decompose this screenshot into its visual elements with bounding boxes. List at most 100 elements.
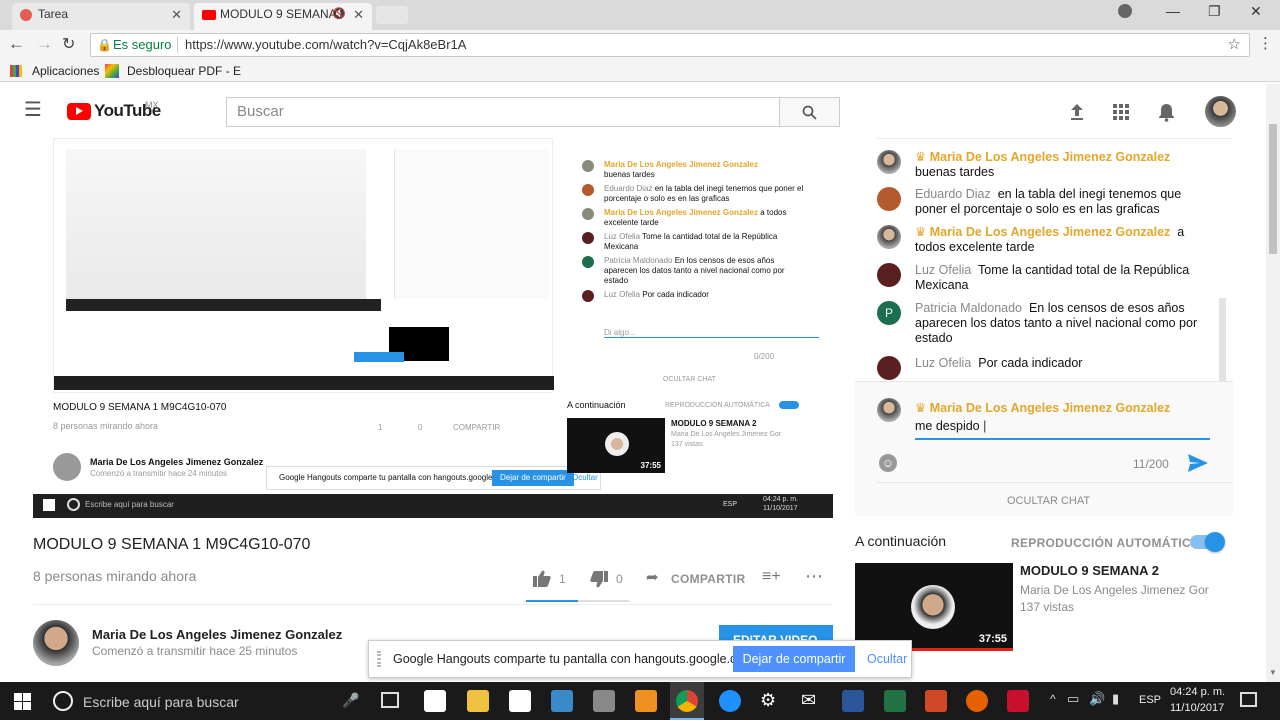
windows-start-icon[interactable]: [14, 693, 31, 710]
clock-time[interactable]: 04:24 p. m.: [1170, 686, 1225, 698]
apps-grid-icon[interactable]: [1113, 104, 1129, 120]
autoplay-toggle[interactable]: [1190, 532, 1225, 552]
cortana-icon[interactable]: [53, 691, 73, 711]
close-tab-icon[interactable]: ✕: [353, 3, 364, 26]
scroll-down-icon[interactable]: ▼: [1269, 668, 1277, 677]
back-icon[interactable]: ←: [8, 34, 25, 54]
up-next-title[interactable]: MODULO 9 SEMANA 2: [1020, 563, 1159, 578]
new-tab-button[interactable]: [376, 6, 408, 24]
mute-tab-icon[interactable]: 🔇: [332, 3, 346, 26]
action-center-icon[interactable]: [1240, 692, 1257, 707]
search-placeholder: Buscar: [237, 103, 284, 120]
up-next-thumbnail[interactable]: 37:55: [855, 563, 1013, 651]
network-icon[interactable]: ▭: [1067, 691, 1079, 707]
player-chat-author: Eduardo Diaz: [604, 184, 653, 193]
bookmark-apps[interactable]: Aplicaciones: [32, 60, 99, 82]
taskbar-search-box[interactable]: Escribe aquí para buscar: [83, 694, 239, 710]
hide-share-bar-button[interactable]: Ocultar: [867, 652, 907, 666]
media-player-icon[interactable]: [635, 690, 657, 712]
drag-handle-icon[interactable]: [377, 651, 381, 667]
microphone-icon[interactable]: 🎤: [342, 692, 359, 709]
stop-sharing-button[interactable]: Dejar de compartir: [733, 646, 855, 672]
upload-icon[interactable]: [1069, 103, 1085, 121]
chat-author[interactable]: Patricia Maldonado: [915, 301, 1022, 315]
task-view-icon[interactable]: [381, 692, 399, 708]
hamburger-menu-icon[interactable]: ☰: [24, 100, 42, 120]
player-chat-pane: Maria De Los Angeles Jimenez Gonzalez bue…: [568, 138, 833, 393]
dislike-button[interactable]: 0: [590, 568, 630, 590]
add-to-playlist-icon[interactable]: ≡+: [762, 568, 781, 586]
edge-icon[interactable]: [719, 690, 741, 712]
restore-window-icon[interactable]: ❐: [1208, 3, 1221, 20]
channel-avatar[interactable]: [33, 620, 79, 666]
minimize-window-icon[interactable]: —: [1166, 3, 1180, 19]
system-tray-chevron-icon[interactable]: ^: [1050, 692, 1056, 706]
chat-author[interactable]: Luz Ofelia: [915, 356, 971, 370]
channel-name[interactable]: Maria De Los Angeles Jimenez Gonzalez: [92, 627, 342, 642]
chat-author[interactable]: Luz Ofelia: [915, 263, 971, 277]
send-icon[interactable]: [1188, 454, 1208, 472]
close-window-icon[interactable]: ✕: [1250, 3, 1262, 20]
address-bar[interactable]: 🔒 Es seguro https://www.youtube.com/watc…: [90, 33, 1250, 57]
emoji-icon[interactable]: ☺: [879, 454, 897, 472]
file-explorer-icon[interactable]: [467, 690, 489, 712]
camera-icon[interactable]: [509, 690, 531, 712]
store-icon[interactable]: [424, 690, 446, 712]
chrome-menu-icon[interactable]: ⋮: [1258, 34, 1273, 52]
bookmark-pdf[interactable]: Desbloquear PDF - E: [127, 60, 241, 82]
input-language-label[interactable]: ESP: [1139, 694, 1161, 706]
powerpoint-icon[interactable]: [925, 690, 947, 712]
like-button[interactable]: 1: [533, 568, 583, 590]
page-scrollbar[interactable]: ▼: [1266, 84, 1280, 682]
browser-tab-modulo[interactable]: MODULO 9 SEMANA 🔇 ✕: [194, 3, 372, 30]
user-avatar[interactable]: [1205, 96, 1236, 127]
chat-message-input[interactable]: me despido |: [915, 419, 1210, 440]
chat-author[interactable]: Maria De Los Angeles Jimenez Gonzalez: [930, 225, 1171, 239]
forward-icon[interactable]: →: [36, 34, 53, 54]
youtube-logo-icon[interactable]: [67, 103, 91, 120]
reload-icon[interactable]: ↻: [62, 34, 75, 54]
excel-icon[interactable]: [884, 690, 906, 712]
close-tab-icon[interactable]: ✕: [171, 3, 182, 26]
player-chat-text: Por cada indicador: [642, 290, 709, 299]
player-hangouts-bar: Google Hangouts comparte tu pantalla con…: [266, 466, 601, 490]
app-icon[interactable]: [593, 690, 615, 712]
up-next-thumb-person: [911, 585, 955, 629]
omnibox-divider: [177, 37, 178, 53]
search-button[interactable]: [780, 97, 840, 127]
battery-icon[interactable]: ▮: [1112, 691, 1119, 707]
video-title: MODULO 9 SEMANA 1 M9C4G10-070: [33, 536, 311, 553]
word-icon[interactable]: [842, 690, 864, 712]
video-player[interactable]: Maria De Los Angeles Jimenez Gonzalez bue…: [33, 138, 833, 518]
browser-tab-tarea[interactable]: Tarea ✕: [12, 3, 190, 30]
acrobat-icon[interactable]: [1007, 690, 1029, 712]
player-chat-author: Luz Ofelia: [604, 232, 641, 241]
chrome-taskbar-active[interactable]: [670, 682, 704, 720]
firefox-icon[interactable]: [966, 690, 988, 712]
viewer-count: 8 personas mirando ahora: [33, 568, 197, 584]
chat-author[interactable]: Maria De Los Angeles Jimenez Gonzalez: [930, 150, 1171, 164]
clock-date[interactable]: 11/10/2017: [1170, 702, 1224, 714]
chat-author[interactable]: Eduardo Diaz: [915, 187, 991, 201]
mail-icon[interactable]: ✉: [801, 690, 816, 711]
edit-video-button[interactable]: EDITAR VIDEO: [719, 625, 833, 641]
volume-icon[interactable]: 🔊: [1089, 691, 1105, 707]
chat-scrollbar[interactable]: [1219, 298, 1226, 382]
settings-gear-icon[interactable]: ⚙: [760, 690, 776, 711]
chat-text: Por cada indicador: [978, 356, 1083, 370]
bookmark-star-icon[interactable]: ☆: [1228, 34, 1241, 56]
url-text[interactable]: https://www.youtube.com/watch?v=CqjAk8eB…: [185, 34, 466, 56]
profile-icon[interactable]: [1118, 4, 1132, 18]
player-autoplay-toggle: [779, 401, 799, 409]
search-input[interactable]: Buscar: [226, 97, 780, 127]
share-button[interactable]: ➦ COMPARTIR: [646, 568, 746, 590]
share-icon: ➦: [646, 569, 659, 586]
chat-input-value: me despido: [915, 419, 980, 433]
player-chat-text: buenas tardes: [604, 170, 655, 179]
notifications-bell-icon[interactable]: [1158, 103, 1175, 122]
shared-screen-thumbnail: [66, 149, 366, 309]
monitor-app-icon[interactable]: [551, 690, 573, 712]
page-scrollbar-thumb[interactable]: [1269, 124, 1277, 254]
more-actions-icon[interactable]: ⋯: [805, 566, 824, 587]
hide-chat-button[interactable]: OCULTAR CHAT: [1007, 495, 1090, 507]
